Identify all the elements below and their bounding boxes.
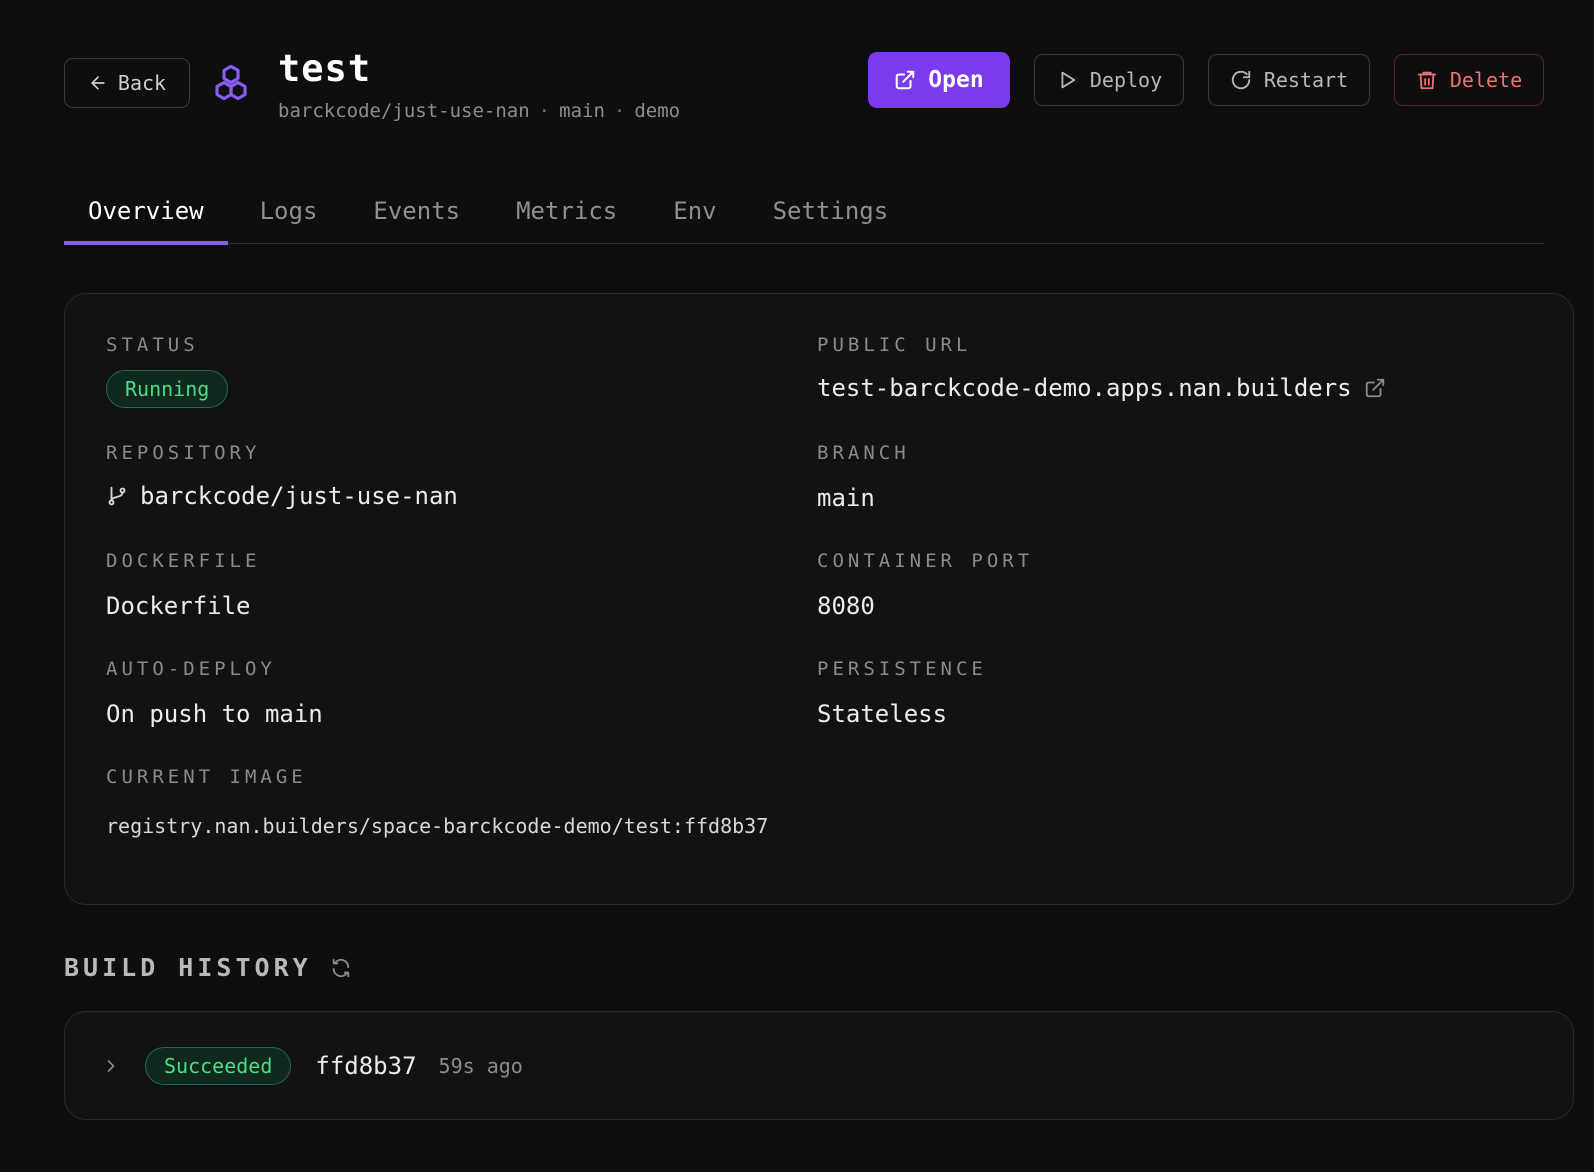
tab-events[interactable]: Events: [349, 178, 484, 243]
dockerfile-field: DOCKERFILE Dockerfile: [106, 550, 260, 620]
rotate-icon: [1231, 70, 1251, 90]
boxes-icon: [215, 64, 247, 101]
play-icon: [1061, 71, 1076, 89]
dockerfile-value: Dockerfile: [106, 592, 251, 620]
build-history-title: BUILD HISTORY: [64, 953, 312, 982]
back-button-label: Back: [117, 71, 167, 95]
open-button-label: Open: [928, 67, 984, 93]
current-image-value: registry.nan.builders/space-barckcode-de…: [106, 814, 769, 838]
restart-button-label: Restart: [1263, 68, 1349, 92]
back-button[interactable]: Back: [64, 58, 190, 108]
trash-icon: [1417, 71, 1437, 90]
status-field: STATUS Running: [106, 334, 229, 408]
public-url-value: test-barckcode-demo.apps.nan.builders: [817, 374, 1386, 402]
build-row[interactable]: Succeeded ffd8b37 59s ago: [64, 1011, 1574, 1120]
auto-deploy-value: On push to main: [106, 700, 323, 728]
public-url-field: PUBLIC URL test-barckcode-demo.apps.nan.…: [817, 334, 1386, 402]
auto-deploy-label: AUTO-DEPLOY: [106, 658, 276, 680]
persistence-label: PERSISTENCE: [817, 658, 987, 680]
public-url-link[interactable]: test-barckcode-demo.apps.nan.builders: [817, 374, 1352, 402]
page-header: Back test barckcode/just-use-nan · main · de…: [64, 48, 1544, 128]
repository-text: barckcode/just-use-nan: [140, 482, 458, 510]
tab-logs[interactable]: Logs: [236, 178, 342, 243]
branch-field: BRANCH main: [817, 442, 910, 512]
dockerfile-label: DOCKERFILE: [106, 550, 261, 572]
auto-deploy-field: AUTO-DEPLOY On push to main: [106, 658, 323, 728]
public-url-label: PUBLIC URL: [817, 334, 972, 356]
build-hash: ffd8b37: [315, 1051, 417, 1080]
subtitle-separator: ·: [538, 100, 551, 122]
external-link-icon: [896, 70, 915, 90]
tab-settings[interactable]: Settings: [749, 178, 913, 243]
delete-button[interactable]: Delete: [1394, 54, 1544, 106]
tab-metrics[interactable]: Metrics: [492, 178, 641, 243]
title-block: test barckcode/just-use-nan · main · demo: [278, 47, 680, 123]
container-port-field: CONTAINER PORT 8080: [817, 550, 1033, 620]
branch-value: main: [817, 484, 875, 512]
page-title: test: [278, 47, 372, 90]
tab-bar: Overview Logs Events Metrics Env Setting…: [64, 178, 1544, 245]
tab-env[interactable]: Env: [649, 178, 740, 243]
build-status-badge: Succeeded: [145, 1046, 292, 1085]
branch-label: BRANCH: [817, 442, 910, 464]
container-port-value: 8080: [817, 592, 875, 620]
repository-label: REPOSITORY: [106, 442, 261, 464]
status-badge: Running: [106, 370, 229, 408]
current-image-label: CURRENT IMAGE: [106, 766, 307, 788]
current-image-field: CURRENT IMAGE registry.nan.builders/spac…: [106, 766, 768, 838]
persistence-field: PERSISTENCE Stateless: [817, 658, 987, 728]
refresh-icon[interactable]: [330, 957, 352, 979]
overview-card: STATUS Running PUBLIC URL test-barckcode…: [64, 293, 1574, 905]
external-link-icon[interactable]: [1364, 377, 1386, 399]
status-label: STATUS: [106, 334, 199, 356]
build-time: 59s ago: [438, 1053, 523, 1078]
git-branch-icon: [108, 486, 126, 506]
container-port-label: CONTAINER PORT: [817, 550, 1034, 572]
tab-overview[interactable]: Overview: [64, 178, 228, 245]
chevron-right-icon[interactable]: [101, 1056, 121, 1076]
build-history-heading: BUILD HISTORY: [64, 953, 352, 982]
repository-field: REPOSITORY barckcode/just-use-nan: [106, 442, 458, 510]
deploy-button-label: Deploy: [1089, 68, 1163, 92]
subtitle-repo: barckcode/just-use-nan: [278, 100, 530, 122]
delete-button-label: Delete: [1449, 68, 1523, 92]
subtitle-separator: ·: [613, 100, 626, 122]
arrow-left-icon: [91, 76, 105, 90]
status-value: Running: [106, 370, 229, 408]
open-button[interactable]: Open: [868, 52, 1010, 108]
persistence-value: Stateless: [817, 700, 948, 728]
action-bar: Open Deploy Restart Delete: [868, 52, 1544, 108]
page-subtitle: barckcode/just-use-nan · main · demo: [278, 100, 680, 122]
repository-value: barckcode/just-use-nan: [106, 482, 458, 510]
subtitle-branch: main: [559, 100, 605, 122]
restart-button[interactable]: Restart: [1208, 54, 1370, 106]
subtitle-space: demo: [634, 100, 681, 122]
deploy-button[interactable]: Deploy: [1034, 54, 1184, 106]
